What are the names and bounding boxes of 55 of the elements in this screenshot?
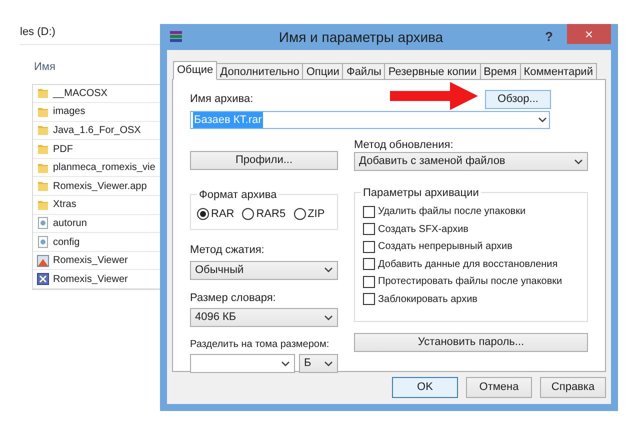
format-group-label: Формат архива: [197, 187, 279, 204]
gear-file-icon: [37, 217, 49, 230]
dialog-button[interactable]: OK: [392, 377, 458, 398]
format-radio[interactable]: RAR5: [242, 206, 286, 222]
tab[interactable]: Время: [480, 63, 521, 80]
split-label: Разделить на тома размером:: [190, 338, 330, 352]
tab[interactable]: Комментарий: [520, 63, 597, 80]
split-size-combo[interactable]: [190, 354, 295, 373]
set-password-button[interactable]: Установить пароль...: [354, 333, 588, 352]
tab[interactable]: Дополнительно: [216, 63, 304, 80]
folder-icon: [37, 124, 49, 136]
dialog-button[interactable]: Справка: [540, 377, 606, 398]
format-radio[interactable]: ZIP: [294, 206, 325, 222]
option-checkbox[interactable]: Добавить данные для восстановления: [363, 258, 579, 271]
installer-icon: [37, 273, 49, 286]
compression-combo[interactable]: Обычный: [190, 260, 338, 280]
close-button[interactable]: ×: [567, 24, 611, 44]
tab[interactable]: Резервные копии: [384, 63, 481, 80]
option-checkbox[interactable]: Удалить файлы после упаковки: [363, 205, 579, 218]
dictionary-combo[interactable]: 4096 КБ: [190, 308, 338, 327]
tab[interactable]: Опции: [302, 63, 344, 80]
options-group-label: Параметры архивации: [361, 185, 481, 202]
dictionary-label: Размер словаря:: [190, 290, 277, 306]
option-checkbox[interactable]: Создать непрерывный архив: [363, 240, 579, 254]
drive-label: les (D:): [20, 25, 56, 40]
update-method-label: Метод обновления:: [354, 138, 454, 151]
chevron-down-icon: [324, 360, 333, 366]
tab[interactable]: Общие: [173, 61, 218, 80]
chevron-down-icon: [324, 314, 333, 320]
chevron-down-icon: [574, 158, 583, 164]
dialog-button[interactable]: Отмена: [466, 377, 532, 398]
folder-icon: [37, 162, 49, 174]
chevron-down-icon: [538, 117, 547, 123]
folder-icon: [37, 198, 49, 211]
chevron-down-icon: [324, 267, 333, 273]
update-method-combo[interactable]: Добавить с заменой файлов: [354, 152, 588, 171]
help-button[interactable]: ?: [539, 27, 559, 47]
folder-icon: [37, 180, 49, 192]
folder-icon: [37, 143, 49, 156]
archive-name-label: Имя архива:: [190, 92, 254, 108]
window-title: Имя и параметры архива: [278, 28, 444, 47]
option-checkbox[interactable]: Заблокировать архив: [363, 292, 579, 306]
books-icon: [169, 30, 183, 44]
folder-icon: [37, 87, 49, 100]
option-checkbox[interactable]: Создать SFX-архив: [363, 222, 579, 236]
format-radio[interactable]: RAR: [197, 206, 234, 222]
split-unit-combo[interactable]: Б: [299, 354, 338, 373]
option-checkbox[interactable]: Протестировать файлы после упаковки: [363, 275, 579, 288]
chevron-down-icon: [281, 360, 290, 366]
profiles-button[interactable]: Профили...: [190, 151, 338, 170]
browse-button[interactable]: Обзор...: [485, 90, 551, 109]
gear-file-icon: [37, 236, 49, 248]
compression-label: Метод сжатия:: [190, 243, 266, 258]
app-icon: [37, 254, 49, 267]
folder-icon: [37, 106, 49, 118]
